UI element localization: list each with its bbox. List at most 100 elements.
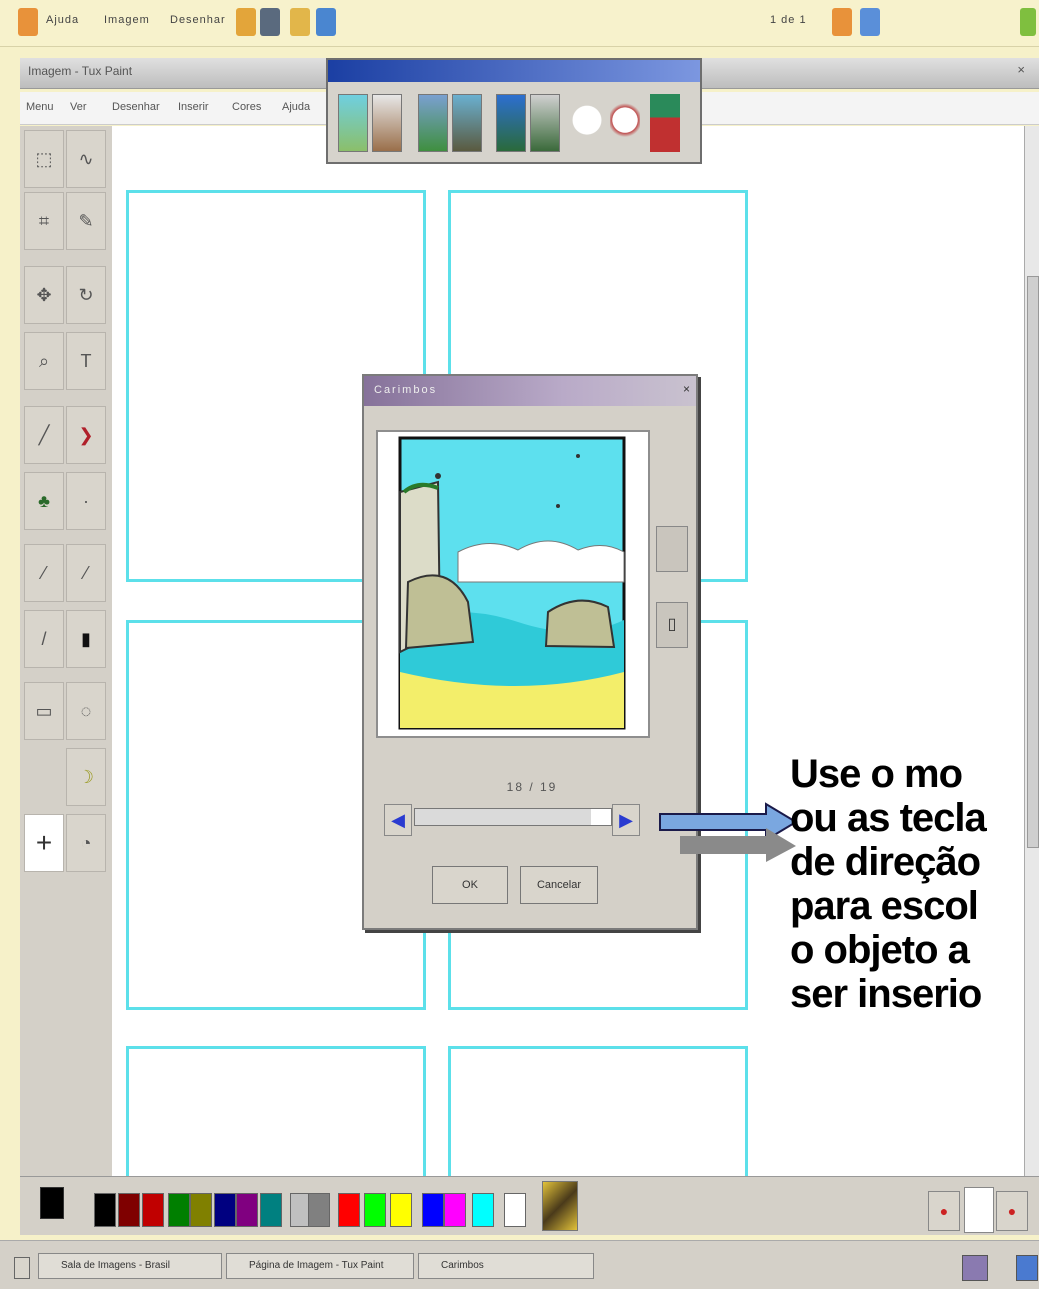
text-tool[interactable]: T [66, 332, 106, 390]
airbrush-tool[interactable]: · [66, 472, 106, 530]
stamp-thumbnail[interactable] [418, 94, 448, 152]
taskbar-item[interactable]: Sala de Imagens - Brasil [38, 1253, 222, 1279]
window-close-button[interactable]: × [1017, 62, 1025, 77]
taskbar-item[interactable]: Carimbos [418, 1253, 594, 1279]
caption-line: Use o mo [790, 752, 963, 796]
caption-line: de direção [790, 840, 981, 884]
eyedropper-tool[interactable]: ✎ [66, 192, 106, 250]
caption-line: para escol [790, 884, 979, 928]
select-tool[interactable]: ⬚ [24, 130, 64, 188]
cancel-button[interactable]: Cancelar [520, 866, 598, 904]
zoom-in-button[interactable]: ● [996, 1191, 1028, 1231]
start-icon[interactable] [14, 1257, 30, 1279]
pen-tool[interactable]: ⁄ [24, 544, 64, 602]
dialog-tab-label[interactable]: Carimbos [374, 384, 437, 396]
window-title: Imagem - Tux Paint [28, 64, 133, 78]
foreground-color[interactable] [40, 1187, 64, 1219]
color-swatch[interactable] [338, 1193, 360, 1227]
hand-tool[interactable]: ◔ [66, 814, 106, 872]
app-topbar: Ajuda Imagem Desenhar 1 de 1 [0, 0, 1039, 47]
comic-panel[interactable] [448, 1046, 748, 1186]
zoom-level-box [964, 1187, 994, 1233]
stamp-slider[interactable]: ◀ ▶ [384, 802, 640, 838]
stamp-preview [376, 430, 650, 738]
speech-bubble-stamp[interactable] [572, 94, 602, 152]
rotate-tool[interactable]: ↻ [66, 266, 106, 324]
vertical-scrollbar[interactable] [1024, 126, 1039, 1176]
color-swatch[interactable] [94, 1193, 116, 1227]
color-swatch[interactable] [190, 1193, 212, 1227]
tray-icon[interactable] [962, 1255, 988, 1281]
eraser-tool[interactable]: ▮ [66, 610, 106, 668]
truck-stamp[interactable] [650, 94, 680, 152]
color-swatch[interactable] [142, 1193, 164, 1227]
dialog-titlebar[interactable]: Carimbos [364, 376, 696, 406]
ellipse-tool[interactable]: ◌ [66, 682, 106, 740]
move-tool[interactable]: ✥ [24, 266, 64, 324]
stamp-thumbnail[interactable] [338, 94, 368, 152]
custom-color-icon[interactable] [542, 1181, 578, 1231]
topbar-label-3[interactable]: Desenhar [170, 14, 226, 26]
pencil-icon[interactable] [290, 8, 310, 36]
hand-icon[interactable] [316, 8, 336, 36]
menu-item[interactable]: Ver [70, 101, 87, 113]
ok-button[interactable]: OK [432, 866, 508, 904]
color-swatch[interactable] [214, 1193, 236, 1227]
color-swatch[interactable] [168, 1193, 190, 1227]
color-swatch[interactable] [236, 1193, 258, 1227]
refresh-icon[interactable] [1020, 8, 1036, 36]
zoom-out-button[interactable]: ● [928, 1191, 960, 1231]
previous-arrow-button[interactable]: ◀ [384, 804, 412, 836]
menu-item[interactable]: Cores [232, 101, 261, 113]
next-arrow-button[interactable]: ▶ [612, 804, 640, 836]
taskbar-item[interactable]: Página de Imagem - Tux Paint [226, 1253, 414, 1279]
toolbox: ⬚ ∿ ⌗ ✎ ✥ ↻ ⌕ T ╱ ❯ ♣ · ⁄ ⁄ / ▮ ▭ ◌ ☽ + … [20, 126, 113, 1176]
info-icon[interactable] [860, 8, 880, 36]
stamp-thumbnail[interactable] [496, 94, 526, 152]
line-tool[interactable]: ╱ [24, 406, 64, 464]
menu-item[interactable]: Ajuda [282, 101, 310, 113]
color-swatch[interactable] [390, 1193, 412, 1227]
add-tool-button[interactable]: + [24, 814, 64, 872]
color-swatch[interactable] [444, 1193, 466, 1227]
zoom-tool[interactable]: ⌕ [24, 332, 64, 390]
caption-line: ser inserio [790, 972, 982, 1016]
color-swatch[interactable] [308, 1193, 330, 1227]
fill-tool[interactable]: ⁄ [66, 544, 106, 602]
color-swatch[interactable] [422, 1193, 444, 1227]
taskbar: Sala de Imagens - Brasil Página de Image… [0, 1240, 1039, 1289]
pencil-tool[interactable]: / [24, 610, 64, 668]
stamp-thumbnail[interactable] [452, 94, 482, 152]
printer-icon[interactable] [260, 8, 280, 36]
mirror-button[interactable]: ▯ [656, 602, 688, 648]
color-swatch[interactable] [364, 1193, 386, 1227]
menu-item[interactable]: Inserir [178, 101, 209, 113]
app-icon[interactable] [18, 8, 38, 36]
brush-tool[interactable]: ❯ [66, 406, 106, 464]
tray-icon[interactable] [1016, 1255, 1038, 1281]
person-icon[interactable] [832, 8, 852, 36]
slider-track[interactable] [414, 808, 612, 826]
dialog-close-button[interactable]: × [683, 382, 690, 396]
lasso-tool[interactable]: ∿ [66, 130, 106, 188]
topbar-label-2[interactable]: Imagem [104, 14, 150, 26]
stamp-tool[interactable]: ♣ [24, 472, 64, 530]
color-swatch[interactable] [118, 1193, 140, 1227]
color-swatch[interactable] [504, 1193, 526, 1227]
color-swatch[interactable] [472, 1193, 494, 1227]
magic-tool[interactable]: ☽ [66, 748, 106, 806]
stamp-palette-titlebar[interactable] [328, 60, 700, 82]
stamp-thumbnail[interactable] [530, 94, 560, 152]
brush-icon[interactable] [236, 8, 256, 36]
comic-panel[interactable] [126, 1046, 426, 1186]
menu-item[interactable]: Menu [26, 101, 54, 113]
topbar-label-1[interactable]: Ajuda [46, 14, 79, 26]
rect-tool[interactable]: ▭ [24, 682, 64, 740]
truck-stamp-button[interactable] [656, 526, 688, 572]
stamp-thumbnail[interactable] [372, 94, 402, 152]
caption-line: o objeto a [790, 928, 970, 972]
color-swatch[interactable] [260, 1193, 282, 1227]
crop-tool[interactable]: ⌗ [24, 192, 64, 250]
menu-item[interactable]: Desenhar [112, 101, 160, 113]
thought-bubble-stamp[interactable] [610, 94, 640, 152]
